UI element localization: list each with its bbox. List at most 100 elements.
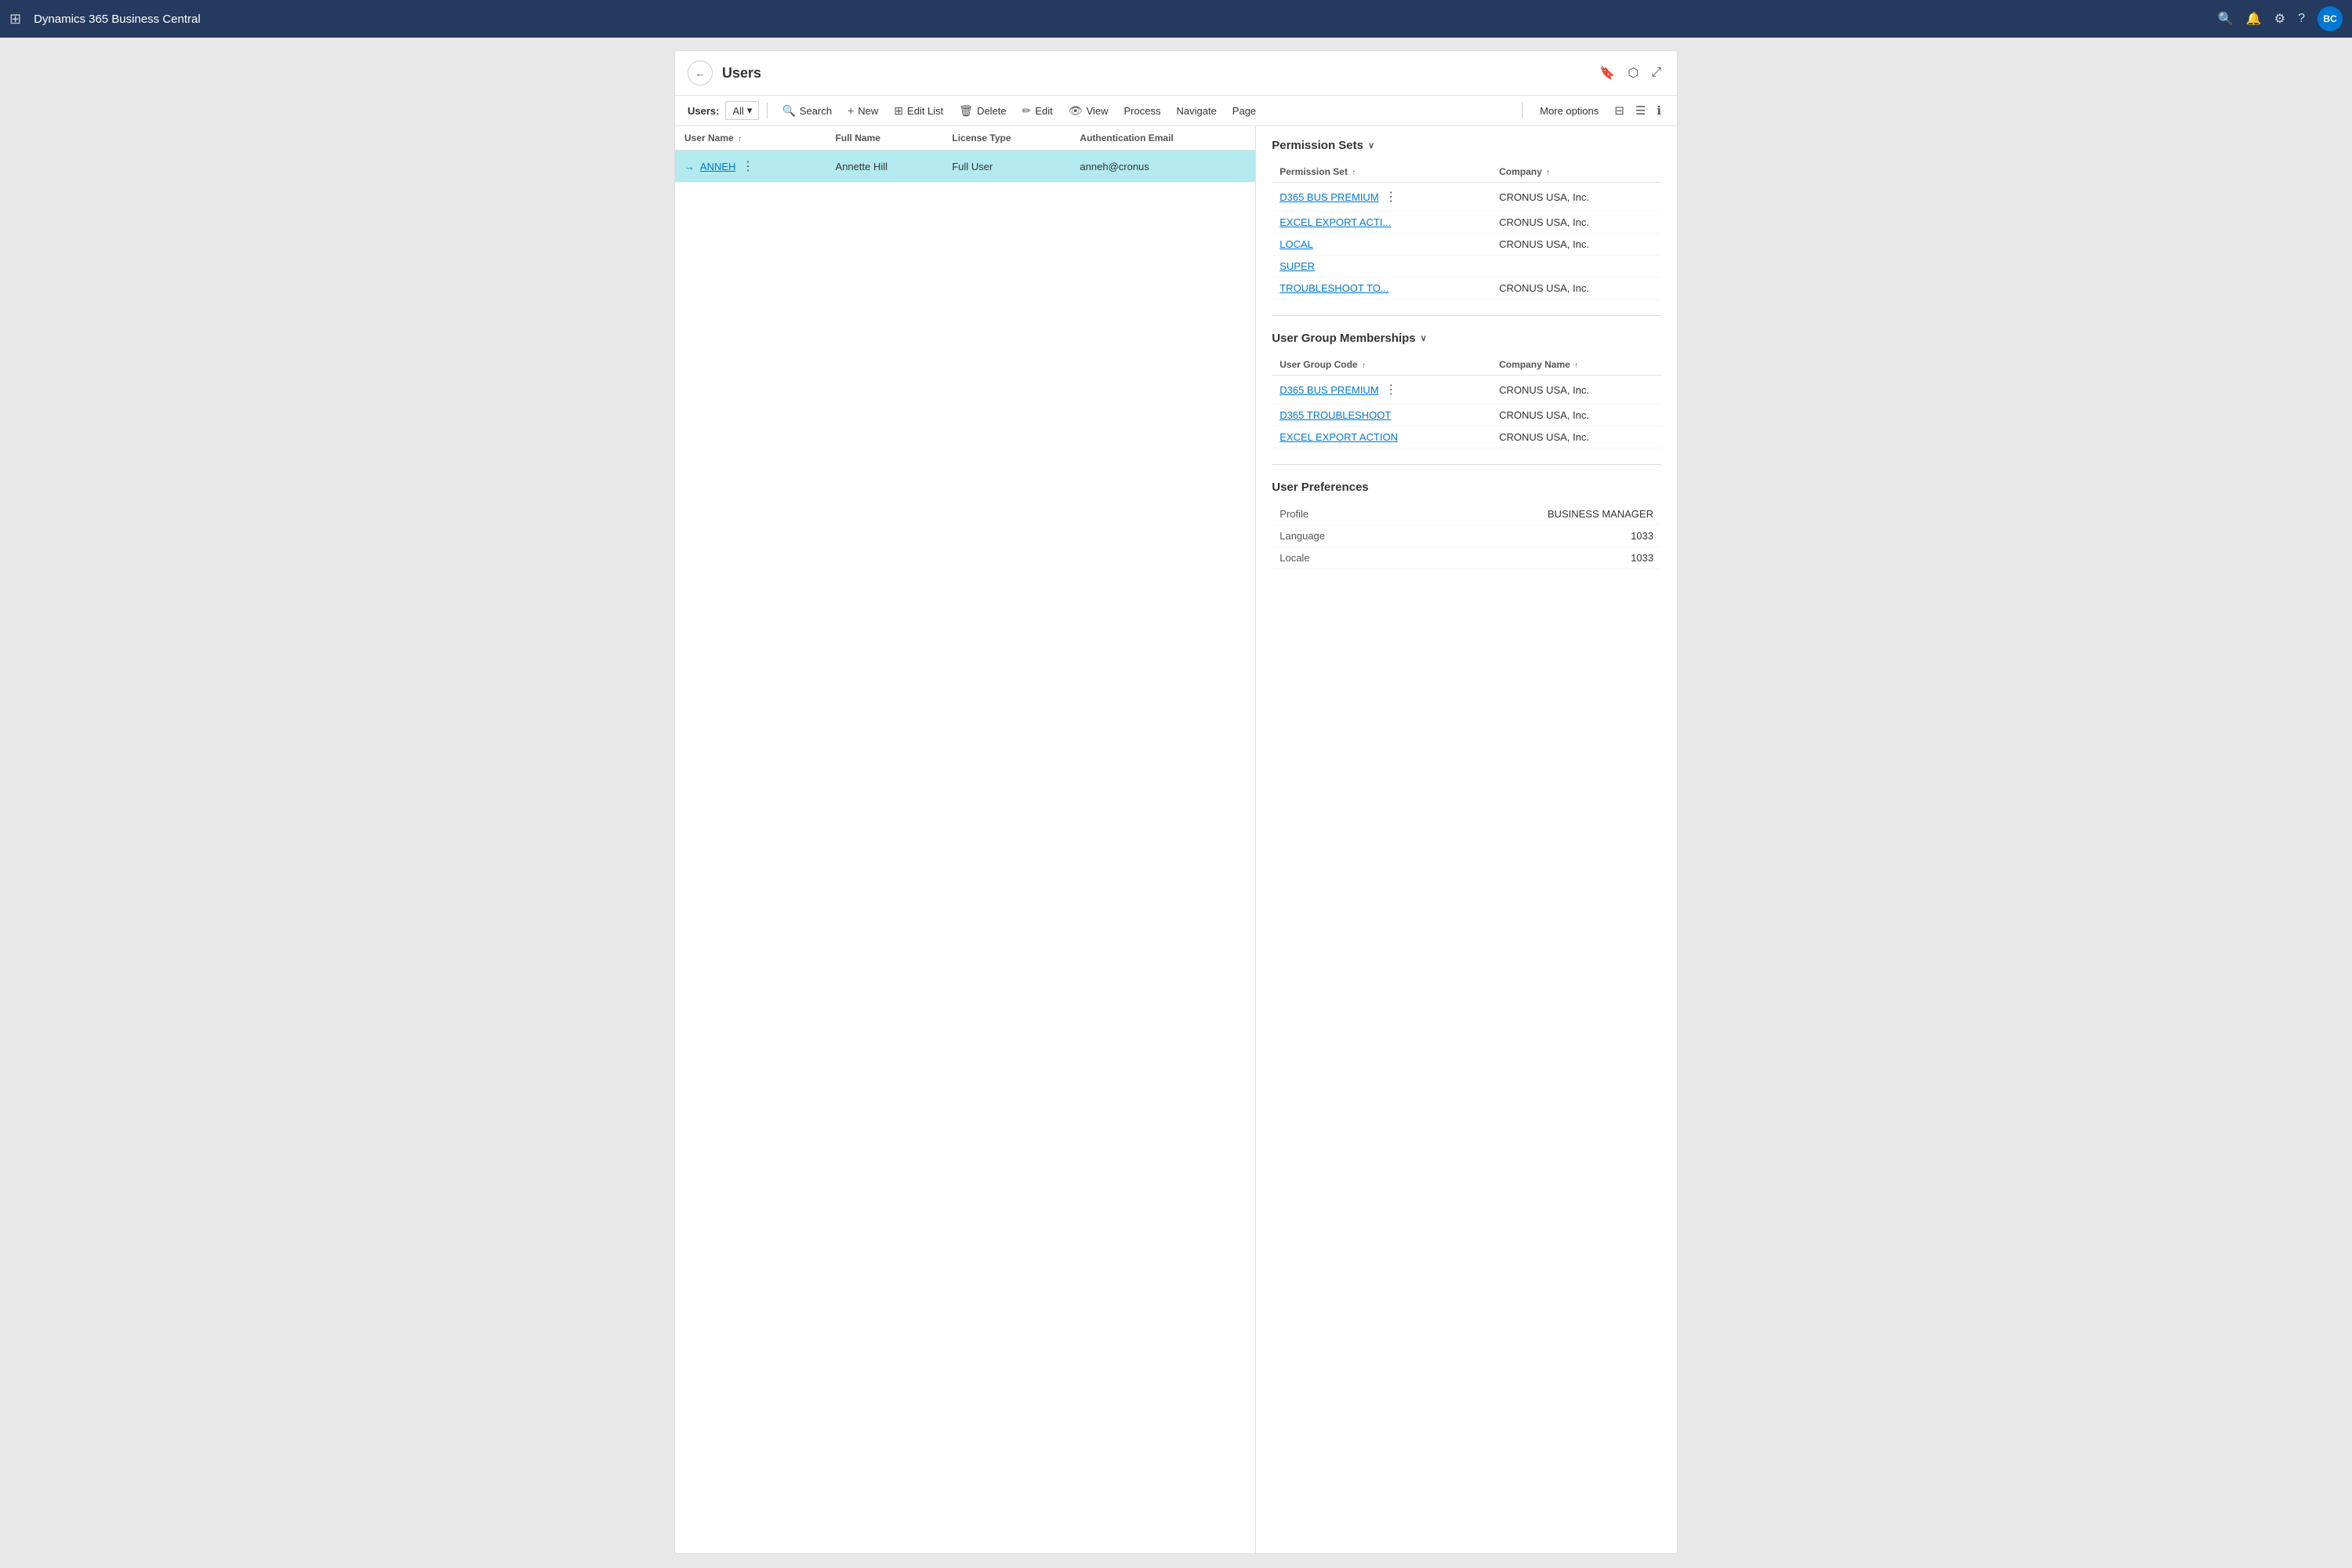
view-button[interactable]: 👁 View <box>1062 101 1115 121</box>
permission-sets-table-body: D365 BUS PREMIUM ⋮ CRONUS USA, Inc. EXCE… <box>1272 183 1661 299</box>
ugm-row-1[interactable]: D365 TROUBLESHOOT CRONUS USA, Inc. <box>1272 405 1661 426</box>
search-icon[interactable]: 🔍 <box>2218 11 2234 27</box>
settings-icon[interactable]: ⚙ <box>2274 11 2285 27</box>
pref-row-2: Locale 1033 <box>1272 547 1661 569</box>
delete-label: Delete <box>977 105 1007 117</box>
row-menu-button[interactable]: ⋮ <box>739 157 757 176</box>
main-content: User Name ↑ Full Name License Type Authe… <box>675 126 1677 1553</box>
perm-row-0[interactable]: D365 BUS PREMIUM ⋮ CRONUS USA, Inc. <box>1272 183 1661 212</box>
info-icon-button[interactable]: ℹ <box>1653 100 1664 121</box>
new-button[interactable]: + New <box>841 101 884 120</box>
col-username: User Name ↑ <box>675 126 826 151</box>
bookmark-button[interactable]: 🔖 <box>1596 62 1618 84</box>
toolbar-more: More options ⊟ ☰ ℹ <box>1517 100 1664 121</box>
sort-icon-username: ↑ <box>738 135 742 143</box>
open-new-button[interactable]: ⬡ <box>1624 62 1642 84</box>
col-group-code: User Group Code ↑ <box>1272 354 1491 376</box>
pref-label-2: Locale <box>1272 552 1623 564</box>
toolbar-right-icons: ⊟ ☰ ℹ <box>1611 100 1664 121</box>
col-company: Company ↑ <box>1491 162 1661 183</box>
sort-icon-permset: ↑ <box>1352 169 1356 177</box>
edit-label: Edit <box>1035 105 1052 117</box>
permission-sets-chevron-icon: ∨ <box>1368 140 1374 151</box>
process-button[interactable]: Process <box>1118 102 1167 120</box>
edit-list-button[interactable]: ⊞ Edit List <box>887 101 949 121</box>
perm-row-1[interactable]: EXCEL EXPORT ACTI... CRONUS USA, Inc. <box>1272 212 1661 234</box>
pref-row-0: Profile BUSINESS MANAGER <box>1272 503 1661 525</box>
perm-cell-company-1: CRONUS USA, Inc. <box>1491 212 1661 234</box>
ugm-cell-code-1: D365 TROUBLESHOOT <box>1272 405 1491 426</box>
users-table: User Name ↑ Full Name License Type Authe… <box>675 126 1255 183</box>
back-button[interactable]: ← <box>688 60 713 85</box>
ugm-link-0[interactable]: D365 BUS PREMIUM <box>1279 384 1378 396</box>
pref-value-0: BUSINESS MANAGER <box>1540 508 1661 520</box>
page-header-actions: 🔖 ⬡ ⤢ <box>1596 62 1664 84</box>
pref-row-1: Language 1033 <box>1272 525 1661 547</box>
perm-link-1[interactable]: EXCEL EXPORT ACTI... <box>1279 216 1391 228</box>
user-group-memberships-section-header[interactable]: User Group Memberships ∨ <box>1272 332 1661 345</box>
filter-icon-button[interactable]: ⊟ <box>1611 100 1628 121</box>
detail-panel: Permission Sets ∨ Permission Set ↑ Compa… <box>1256 126 1677 1553</box>
avatar[interactable]: BC <box>2318 6 2343 31</box>
columns-icon-button[interactable]: ☰ <box>1632 100 1649 121</box>
separator-ugm-up <box>1272 464 1661 465</box>
col-fullname: Full Name <box>826 126 943 151</box>
topbar-icons: 🔍 🔔 ⚙ ? BC <box>2218 6 2343 31</box>
perm-link-0[interactable]: D365 BUS PREMIUM <box>1279 191 1378 203</box>
view-label: View <box>1087 105 1109 117</box>
pref-label-1: Language <box>1272 530 1623 542</box>
app-title: Dynamics 365 Business Central <box>34 13 2209 26</box>
permission-sets-table-header: Permission Set ↑ Company ↑ <box>1272 162 1661 183</box>
search-btn-icon: 🔍 <box>782 104 795 118</box>
navigate-button[interactable]: Navigate <box>1170 102 1222 120</box>
user-group-memberships-chevron-icon: ∨ <box>1421 333 1427 343</box>
perm-cell-name-2: LOCAL <box>1272 234 1491 256</box>
page-button[interactable]: Page <box>1226 102 1262 120</box>
filter-dropdown[interactable]: All ▾ <box>725 101 759 120</box>
ugm-link-1[interactable]: D365 TROUBLESHOOT <box>1279 409 1391 421</box>
col-authemail: Authentication Email <box>1070 126 1255 151</box>
username-link[interactable]: ANNEH <box>700 161 736 172</box>
page-header: ← Users 🔖 ⬡ ⤢ <box>675 51 1677 96</box>
delete-button[interactable]: 🗑 Delete <box>953 101 1012 121</box>
ugm-link-2[interactable]: EXCEL EXPORT ACTION <box>1279 431 1398 443</box>
notification-icon[interactable]: 🔔 <box>2246 11 2262 27</box>
filter-label: Users: <box>688 105 719 117</box>
perm-row-4[interactable]: TROUBLESHOOT TO... CRONUS USA, Inc. <box>1272 278 1661 299</box>
pref-value-2: 1033 <box>1623 552 1661 564</box>
perm-cell-company-4: CRONUS USA, Inc. <box>1491 278 1661 299</box>
perm-link-3[interactable]: SUPER <box>1279 260 1315 272</box>
perm-link-4[interactable]: TROUBLESHOOT TO... <box>1279 282 1388 294</box>
ugm-row-0[interactable]: D365 BUS PREMIUM ⋮ CRONUS USA, Inc. <box>1272 376 1661 405</box>
ugm-cell-company-0: CRONUS USA, Inc. <box>1491 376 1661 405</box>
cell-authemail: anneh@cronus <box>1070 151 1255 183</box>
cell-fullname: Annette Hill <box>826 151 943 183</box>
expand-button[interactable]: ⤢ <box>1648 62 1664 84</box>
grid-icon[interactable]: ⊞ <box>9 11 21 27</box>
more-options-button[interactable]: More options <box>1534 102 1605 120</box>
perm-link-2[interactable]: LOCAL <box>1279 238 1313 250</box>
permission-sets-title: Permission Sets <box>1272 139 1363 152</box>
ugm-row-2[interactable]: EXCEL EXPORT ACTION CRONUS USA, Inc. <box>1272 426 1661 448</box>
edit-list-label: Edit List <box>907 105 943 117</box>
table-row[interactable]: → ANNEH ⋮ Annette Hill Full User anneh@c… <box>675 151 1255 183</box>
ugm-row-menu-0[interactable]: ⋮ <box>1381 380 1400 399</box>
pref-label-0: Profile <box>1272 508 1540 520</box>
table-header: User Name ↑ Full Name License Type Authe… <box>675 126 1255 151</box>
help-icon[interactable]: ? <box>2298 12 2305 26</box>
perm-row-menu-0[interactable]: ⋮ <box>1381 187 1400 206</box>
edit-list-icon: ⊞ <box>894 104 903 118</box>
page-title: Users <box>722 65 1596 82</box>
permission-sets-section-header[interactable]: Permission Sets ∨ <box>1272 139 1661 152</box>
edit-icon: ✏ <box>1022 104 1032 118</box>
edit-button[interactable]: ✏ Edit <box>1016 101 1059 121</box>
user-preferences-section-header[interactable]: User Preferences <box>1272 481 1661 494</box>
perm-row-3[interactable]: SUPER <box>1272 256 1661 278</box>
perm-row-2[interactable]: LOCAL CRONUS USA, Inc. <box>1272 234 1661 256</box>
cell-licensetype: Full User <box>942 151 1070 183</box>
separator-1 <box>767 103 768 118</box>
ugm-table-body: D365 BUS PREMIUM ⋮ CRONUS USA, Inc. D365… <box>1272 376 1661 448</box>
perm-cell-name-0: D365 BUS PREMIUM ⋮ <box>1272 183 1491 212</box>
search-button[interactable]: 🔍 Search <box>775 101 838 121</box>
perm-cell-name-3: SUPER <box>1272 256 1491 278</box>
